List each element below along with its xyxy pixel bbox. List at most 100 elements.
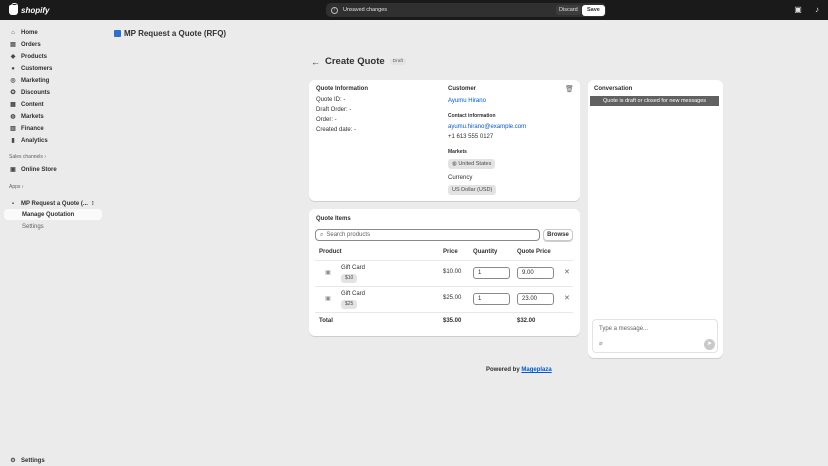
sidebar-item-orders[interactable]: ▤ Orders bbox=[4, 39, 102, 50]
chevron-right-icon: › bbox=[44, 154, 46, 160]
sidebar-item-app-settings[interactable]: Settings bbox=[4, 221, 102, 232]
save-button[interactable]: Save bbox=[582, 5, 605, 16]
column-header-product: Product bbox=[319, 249, 342, 255]
shopify-bag-icon bbox=[9, 3, 18, 15]
sidebar-item-markets[interactable]: ◍ Markets bbox=[4, 111, 102, 122]
sidebar-item-label: Marketing bbox=[21, 77, 50, 84]
quote-price-input[interactable]: 9.00 bbox=[517, 267, 554, 279]
sidebar-item-home[interactable]: ⌂ Home bbox=[4, 27, 102, 38]
top-bar: shopify ! Unsaved changes Discard Save ▣… bbox=[0, 0, 828, 20]
divider bbox=[315, 260, 573, 261]
section-label: Sales channels bbox=[9, 154, 43, 160]
message-input[interactable]: Type a message... ⌀ ➤ bbox=[592, 319, 718, 353]
sidebar-item-label: Analytics bbox=[21, 137, 48, 144]
column-header-price: Price bbox=[443, 249, 458, 255]
discard-button[interactable]: Discard bbox=[556, 5, 581, 15]
customer-phone: +1 613 555 0127 bbox=[448, 134, 494, 140]
column-header-quantity: Quantity bbox=[473, 249, 498, 255]
quote-price-input[interactable]: 23.00 bbox=[517, 293, 554, 305]
remove-item-icon[interactable]: ✕ bbox=[564, 294, 570, 302]
quantity-input[interactable]: 1 bbox=[473, 267, 510, 279]
quote-id: Quote ID: - bbox=[316, 97, 346, 103]
product-price: $10.00 bbox=[443, 269, 462, 275]
section-label: Apps bbox=[9, 184, 21, 190]
sidebar-item-manage-quotation[interactable]: Manage Quotation bbox=[4, 209, 102, 220]
attachment-icon[interactable]: ⌀ bbox=[599, 340, 603, 347]
sidebar-item-label: Content bbox=[21, 101, 44, 108]
chevron-right-icon: › bbox=[21, 184, 24, 190]
total-label: Total bbox=[319, 318, 333, 324]
customer-name-link[interactable]: Ayumu Hirano bbox=[448, 98, 486, 104]
sidebar-item-label: Discounts bbox=[21, 89, 51, 96]
quote-items-heading: Quote Items bbox=[316, 216, 351, 222]
markets-heading: Markets bbox=[448, 149, 467, 155]
variant-badge: $10 bbox=[341, 274, 358, 283]
store-icon: ▣ bbox=[10, 167, 16, 173]
send-icon[interactable]: ➤ bbox=[704, 339, 715, 350]
sidebar-item-label: Settings bbox=[22, 223, 44, 230]
app-title: MP Request a Quote (RFQ) bbox=[114, 29, 226, 38]
sidebar-item-label: Manage Quotation bbox=[22, 211, 75, 218]
sidebar-item-label: Settings bbox=[21, 457, 45, 464]
remove-item-icon[interactable]: ✕ bbox=[564, 268, 570, 276]
browse-button[interactable]: Browse bbox=[543, 229, 573, 241]
bell-icon[interactable]: ♪ bbox=[812, 5, 822, 15]
sidebar-item-finance[interactable]: ▥ Finance bbox=[4, 123, 102, 134]
search-placeholder: Search products bbox=[326, 232, 371, 238]
status-badge: Draft bbox=[389, 58, 407, 65]
app-title-text: MP Request a Quote (RFQ) bbox=[124, 29, 227, 38]
search-icon: ⌕ bbox=[320, 231, 324, 238]
sidebar-item-products[interactable]: ◆ Products bbox=[4, 51, 102, 62]
customer-heading: Customer bbox=[448, 86, 477, 92]
product-name[interactable]: Gift Card bbox=[341, 265, 365, 271]
total-price: $35.00 bbox=[443, 318, 462, 324]
finance-icon: ▥ bbox=[10, 126, 16, 132]
sidebar-item-app[interactable]: ▪ MP Request a Quote (... ⁝ bbox=[4, 198, 102, 209]
pin-icon[interactable]: ⁝ bbox=[92, 200, 94, 207]
app-logo-icon bbox=[114, 30, 121, 37]
sidebar-item-analytics[interactable]: ▮ Analytics bbox=[4, 135, 102, 146]
sales-channels-header[interactable]: Sales channels › bbox=[9, 154, 46, 160]
conversation-card: Conversation Quote is draft or closed fo… bbox=[588, 80, 723, 358]
app-icon: ▪ bbox=[11, 200, 15, 207]
customers-icon: ● bbox=[11, 65, 15, 72]
store-icon[interactable]: ▣ bbox=[793, 5, 803, 15]
sidebar-item-label: Customers bbox=[21, 65, 53, 72]
product-image-icon: ▣ bbox=[325, 296, 331, 302]
gear-icon: ⚙ bbox=[10, 458, 16, 464]
mageplaza-link[interactable]: Mageplaza bbox=[521, 367, 551, 373]
contact-heading: Contact information bbox=[448, 113, 496, 119]
trash-icon[interactable]: 🗑 bbox=[565, 85, 574, 93]
apps-header[interactable]: Apps › bbox=[9, 184, 23, 190]
shopify-logo[interactable]: shopify bbox=[9, 3, 50, 15]
quantity-input[interactable]: 1 bbox=[473, 293, 510, 305]
sidebar-item-online-store[interactable]: ▣ Online Store bbox=[4, 164, 102, 175]
divider bbox=[315, 312, 573, 313]
market-name: United States bbox=[458, 161, 492, 167]
message-placeholder: Type a message... bbox=[599, 326, 649, 332]
discounts-icon: ✪ bbox=[10, 90, 16, 96]
sidebar-item-label: Online Store bbox=[21, 166, 57, 173]
quote-info-card: Quote Information Quote ID: - Draft Orde… bbox=[309, 80, 580, 201]
orders-icon: ▤ bbox=[10, 42, 16, 48]
sidebar-item-customers[interactable]: ● Customers bbox=[4, 63, 102, 74]
search-input[interactable]: ⌕ Search products bbox=[315, 229, 540, 241]
created-date: Created date: - bbox=[316, 127, 357, 133]
back-arrow-icon[interactable]: ← bbox=[311, 57, 320, 67]
page-title: Create Quote bbox=[325, 56, 385, 67]
variant-badge: $25 bbox=[341, 300, 358, 309]
powered-by-text: Powered by bbox=[486, 367, 520, 373]
brand-name: shopify bbox=[21, 5, 50, 15]
conversation-heading: Conversation bbox=[594, 86, 633, 92]
sidebar: ⌂ Home ▤ Orders ◆ Products ● Customers ◎ Mark… bbox=[0, 20, 108, 466]
sidebar-item-content[interactable]: ▦ Content bbox=[4, 99, 102, 110]
sidebar-item-settings[interactable]: ⚙ Settings bbox=[4, 455, 102, 466]
order: Order: - bbox=[316, 117, 337, 123]
sidebar-item-label: Home bbox=[21, 29, 38, 36]
customer-email-link[interactable]: ayumu.hirano@example.com bbox=[448, 124, 526, 130]
sidebar-item-marketing[interactable]: ◎ Marketing bbox=[4, 75, 102, 86]
total-quote-price: $32.00 bbox=[517, 318, 536, 324]
product-name[interactable]: Gift Card bbox=[341, 291, 365, 297]
footer: Powered by Mageplaza bbox=[486, 367, 552, 373]
sidebar-item-discounts[interactable]: ✪ Discounts bbox=[4, 87, 102, 98]
